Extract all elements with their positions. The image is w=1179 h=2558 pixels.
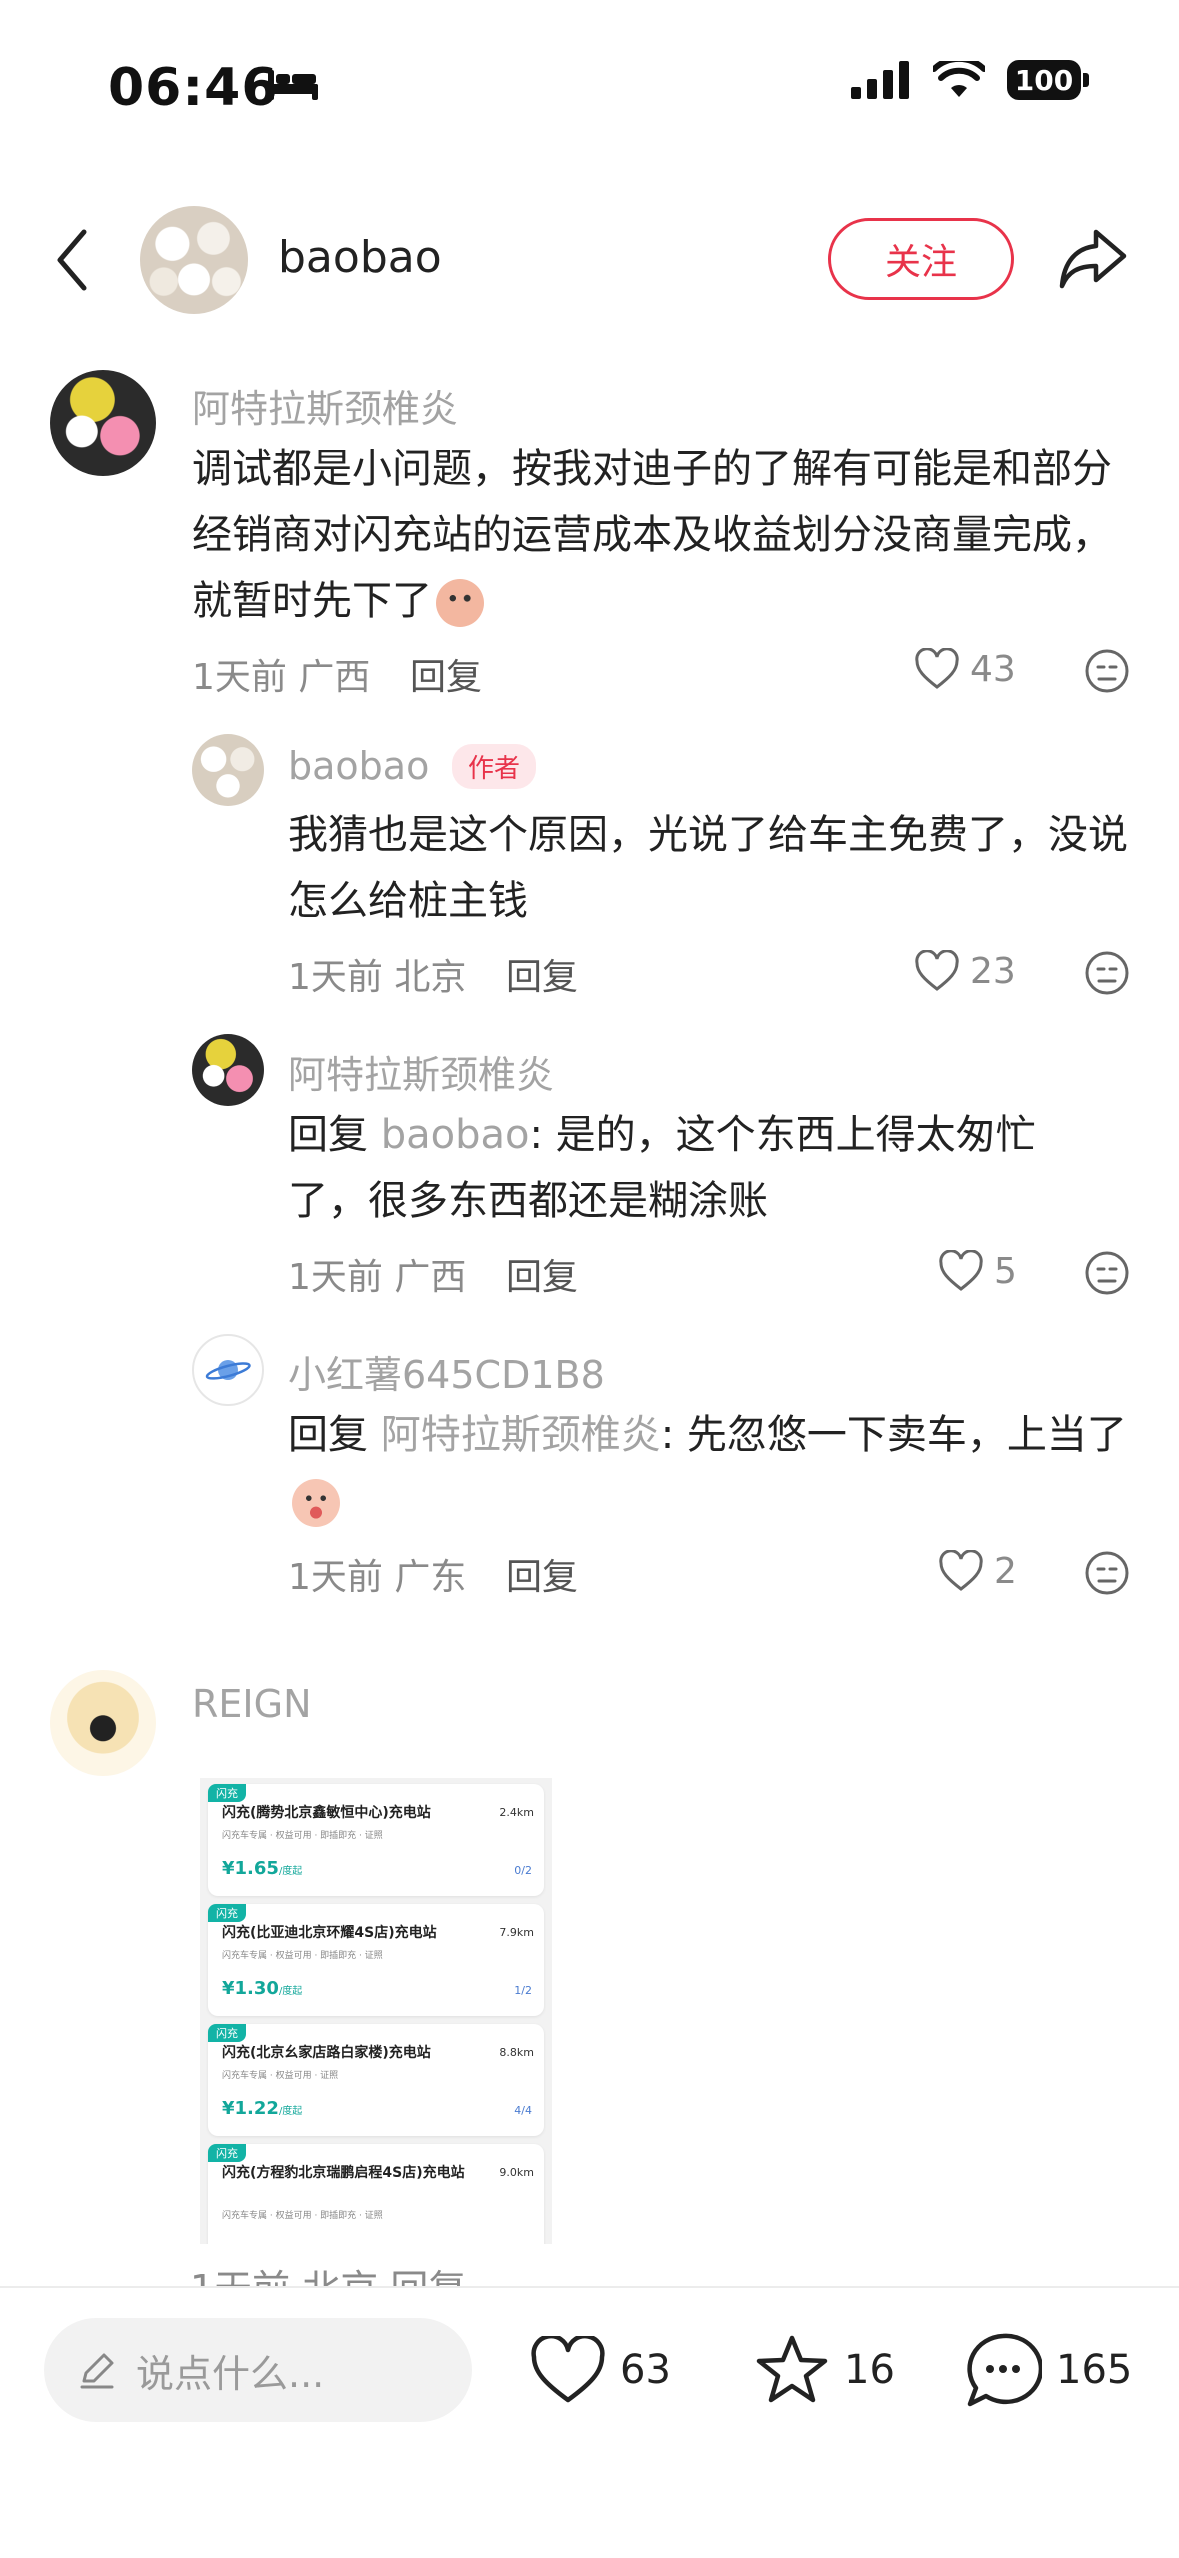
- comment-input[interactable]: 说点什么...: [44, 2318, 472, 2422]
- pencil-icon: [80, 2353, 114, 2389]
- dislike-face-icon[interactable]: [1084, 648, 1130, 698]
- crying-emoji-icon: [292, 1479, 340, 1527]
- comment-meta: 1天前 广东: [288, 1557, 467, 1598]
- dislike-face-icon[interactable]: [1084, 1250, 1130, 1300]
- dislike-face-icon[interactable]: [1084, 1550, 1130, 1600]
- comment-username[interactable]: baobao: [288, 744, 429, 788]
- like-button[interactable]: 43: [914, 648, 1016, 690]
- avatar[interactable]: [50, 370, 156, 476]
- wifi-icon: [933, 61, 985, 97]
- profile-name[interactable]: baobao: [278, 232, 442, 283]
- share-icon[interactable]: [1058, 226, 1128, 294]
- reply-button[interactable]: 回复: [506, 1548, 578, 1600]
- comment-input-placeholder: 说点什么...: [136, 2351, 325, 2396]
- comment-username[interactable]: 阿特拉斯颈椎炎: [192, 378, 458, 433]
- planet-icon: [205, 1360, 251, 1380]
- comments-button[interactable]: 165: [964, 2332, 1132, 2408]
- reply-button[interactable]: 回复: [506, 948, 578, 1000]
- battery-icon: 100: [1007, 60, 1089, 100]
- reply-button[interactable]: 回复: [410, 648, 482, 700]
- dislike-face-icon[interactable]: [1084, 950, 1130, 1000]
- comment-meta: 1天前 北京: [288, 957, 467, 998]
- comment-text: 我猜也是这个原因，光说了给车主免费了，没说怎么给桩主钱: [288, 812, 1128, 924]
- star-icon: [756, 2335, 828, 2403]
- like-button[interactable]: 2: [938, 1550, 1017, 1592]
- comment-meta: 1天前 广西: [288, 1257, 467, 1298]
- status-icons: 100: [851, 60, 1089, 100]
- comment-bubble-icon: [967, 2333, 1042, 2407]
- like-post-button[interactable]: 63: [530, 2336, 671, 2404]
- comment-text: 回复 阿特拉斯颈椎炎: 先忽悠一下卖车，上当了: [288, 1402, 1128, 1534]
- heart-icon: [531, 2336, 605, 2403]
- comment-username[interactable]: 阿特拉斯颈椎炎: [288, 1044, 554, 1099]
- emoji-icon: [436, 579, 484, 627]
- avatar[interactable]: [192, 1334, 264, 1406]
- avatar[interactable]: [192, 1034, 264, 1106]
- reply-button[interactable]: 回复: [506, 1248, 578, 1300]
- avatar[interactable]: [50, 1670, 156, 1776]
- follow-button[interactable]: 关注: [828, 218, 1014, 300]
- battery-level: 100: [1007, 60, 1081, 100]
- comment-text: 回复 baobao: 是的，这个东西上得太匆忙了，很多东西都还是糊涂账: [288, 1112, 1036, 1224]
- reply-to-user[interactable]: baobao: [381, 1112, 530, 1158]
- heart-icon: [915, 950, 959, 991]
- comment-username[interactable]: 小红薯645CD1B8: [288, 1344, 605, 1399]
- station-card: 闪充 闪充(北京幺家店路白家楼)充电站 8.8km 闪充车专属 · 权益可用 ·…: [208, 2024, 544, 2136]
- heart-icon: [915, 648, 959, 689]
- avatar[interactable]: [192, 734, 264, 806]
- bed-icon: [266, 66, 320, 106]
- comment-text: 调试都是小问题，按我对迪子的了解有可能是和部分经销商对闪充站的运营成本及收益划分…: [192, 436, 1132, 634]
- comment-meta: 1天前 广西: [192, 657, 371, 698]
- station-card: 闪充 闪充(方程豹北京瑞鹏启程4S店)充电站 9.0km 闪充车专属 · 权益可…: [208, 2144, 544, 2244]
- reply-to-user[interactable]: 阿特拉斯颈椎炎: [381, 1412, 661, 1458]
- comment-username[interactable]: REIGN: [192, 1682, 312, 1726]
- status-time: 06:46: [108, 58, 279, 118]
- like-button[interactable]: 5: [938, 1250, 1017, 1292]
- back-button[interactable]: [52, 228, 92, 296]
- heart-icon: [939, 1250, 983, 1291]
- like-button[interactable]: 23: [914, 950, 1016, 992]
- profile-avatar[interactable]: [140, 206, 248, 314]
- comment-image[interactable]: 闪充 闪充(腾势北京鑫敏恒中心)充电站 2.4km 闪充车专属 · 权益可用 ·…: [200, 1778, 552, 2244]
- author-tag: 作者: [452, 744, 537, 789]
- collect-button[interactable]: 16: [754, 2334, 895, 2406]
- heart-icon: [939, 1550, 983, 1591]
- signal-icon: [851, 61, 909, 99]
- station-card: 闪充 闪充(腾势北京鑫敏恒中心)充电站 2.4km 闪充车专属 · 权益可用 ·…: [208, 1784, 544, 1896]
- station-card: 闪充 闪充(比亚迪北京环耀4S店)充电站 7.9km 闪充车专属 · 权益可用 …: [208, 1904, 544, 2016]
